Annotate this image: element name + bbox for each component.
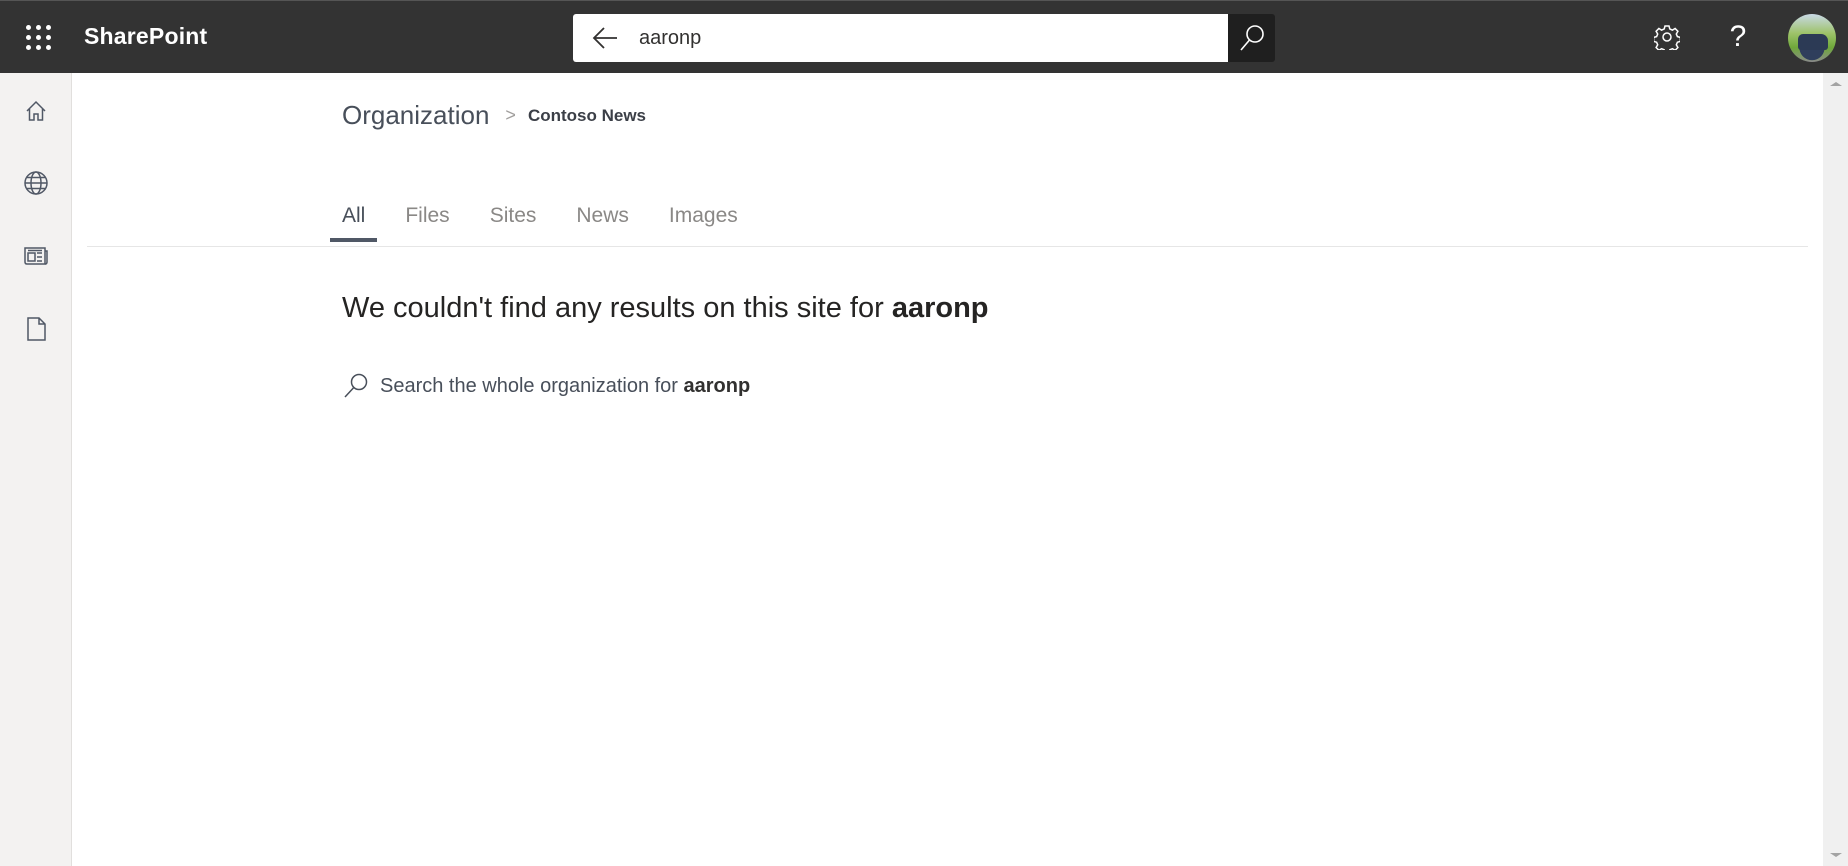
search-icon — [1239, 25, 1264, 51]
search-organization-text[interactable]: Search the whole organization for aaronp — [380, 375, 750, 398]
waffle-icon-dot — [36, 35, 41, 40]
search-vertical-tabs: All Files Sites News Images — [330, 198, 766, 242]
sidebar-item-home[interactable] — [16, 91, 56, 131]
no-results-message: We couldn't find any results on this sit… — [342, 292, 989, 325]
breadcrumb: Organization > Contoso News — [342, 100, 646, 131]
tab-all[interactable]: All — [330, 198, 378, 242]
chevron-right-icon: > — [505, 105, 516, 125]
sidebar-item-news[interactable] — [16, 236, 56, 276]
waffle-icon-dot — [46, 35, 51, 40]
tabs-divider — [87, 246, 1808, 247]
waffle-icon-dot — [46, 45, 51, 50]
breadcrumb-root-link[interactable]: Organization — [342, 100, 489, 131]
waffle-icon-dot — [36, 45, 41, 50]
help-icon: ? — [1729, 20, 1747, 53]
avatar[interactable] — [1788, 14, 1836, 62]
document-icon — [27, 317, 46, 341]
waffle-icon-dot — [26, 35, 31, 40]
search-submit-button[interactable] — [1228, 14, 1275, 62]
tab-images[interactable]: Images — [657, 198, 750, 238]
app-title[interactable]: SharePoint — [84, 23, 207, 50]
waffle-icon-dot — [26, 25, 31, 30]
search-icon — [344, 373, 368, 398]
gear-icon — [1654, 25, 1680, 50]
search-organization-query: aaronp — [683, 374, 751, 397]
globe-icon — [24, 171, 48, 195]
news-icon — [24, 247, 48, 265]
settings-button[interactable] — [1649, 19, 1685, 55]
sidebar-item-sites[interactable] — [16, 163, 56, 203]
search-organization-link[interactable]: Search the whole organization for aaronp — [342, 372, 750, 400]
home-icon — [26, 100, 46, 121]
no-results-text: We couldn't find any results on this sit… — [342, 292, 892, 324]
search-box — [573, 14, 1230, 62]
search-organization-prefix: Search the whole organization for — [380, 374, 684, 397]
vertical-scrollbar[interactable] — [1823, 73, 1848, 866]
tab-sites[interactable]: Sites — [478, 198, 549, 238]
breadcrumb-current-link[interactable]: Contoso News — [528, 106, 646, 126]
left-nav — [0, 73, 72, 866]
scroll-up-arrow-icon[interactable] — [1830, 82, 1842, 86]
search-back-button[interactable] — [591, 24, 621, 52]
sidebar-item-files[interactable] — [16, 309, 56, 349]
waffle-icon-dot — [46, 25, 51, 30]
app-launcher-button[interactable] — [18, 19, 54, 55]
top-bar: SharePoint ? — [0, 0, 1848, 73]
waffle-icon-dot — [26, 45, 31, 50]
search-input[interactable] — [639, 22, 1199, 54]
avatar-photo — [1798, 34, 1828, 50]
arrow-left-icon — [592, 27, 617, 49]
scroll-down-arrow-icon[interactable] — [1830, 853, 1842, 857]
no-results-query: aaronp — [891, 292, 989, 324]
help-button[interactable]: ? — [1720, 19, 1756, 55]
tab-news[interactable]: News — [564, 198, 641, 238]
waffle-icon-dot — [36, 25, 41, 30]
tab-files[interactable]: Files — [393, 198, 461, 238]
